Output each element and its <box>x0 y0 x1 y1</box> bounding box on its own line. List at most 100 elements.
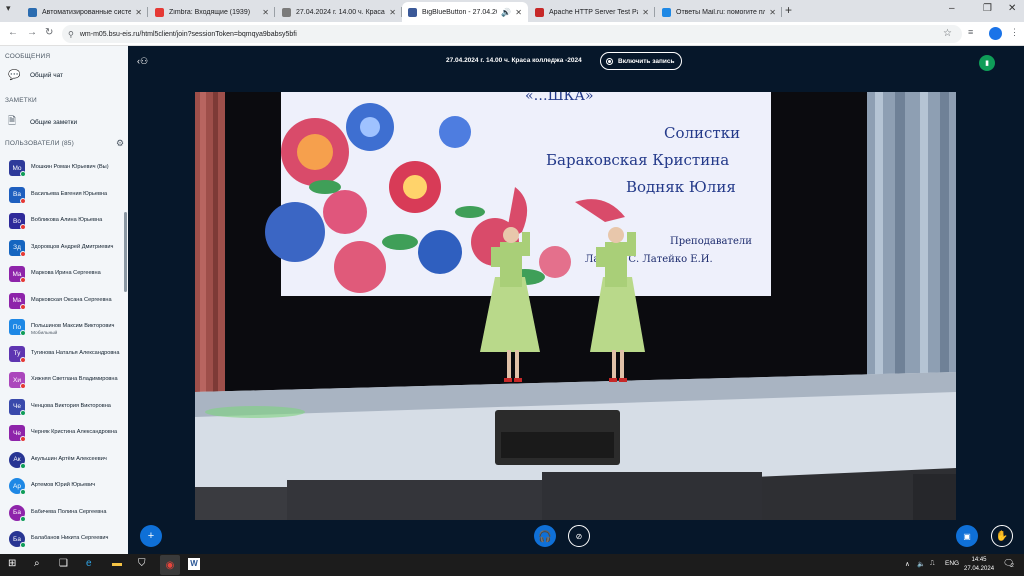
tab-audio-icon[interactable]: 🔊 <box>501 8 511 17</box>
new-tab-button[interactable]: + <box>785 3 792 17</box>
presentation-icon: ▣ <box>963 531 971 541</box>
user-name: Хижняя Светлана Владимировна <box>31 376 118 382</box>
share-webcam-button[interactable]: ⊘ <box>568 525 590 547</box>
clock-date: 27.04.2024 <box>964 566 995 572</box>
tab-close-icon[interactable]: ✕ <box>769 8 776 17</box>
record-icon <box>606 57 613 65</box>
chrome-icon[interactable]: ◉ <box>160 555 180 575</box>
windows-taskbar: ⊞ ⌕ ❑ e ▬ ⛉ ◉ W ∧ 🔈 ⎍ ENG 14:45 27.04.20… <box>0 554 1024 576</box>
user-list-panel: СООБЩЕНИЯ 💬 Общий чат ЗАМЕТКИ 🗎 Общие за… <box>0 46 128 554</box>
user-list-item[interactable]: Во Вобликова Алина Юрьевна <box>0 211 124 237</box>
windows-start-icon[interactable]: ⊞ <box>8 558 16 569</box>
reading-list-icon[interactable]: ≡ <box>968 27 973 37</box>
user-audio-status-icon <box>20 542 26 548</box>
maximize-icon[interactable]: ❐ <box>983 3 992 14</box>
toggle-user-list-icon[interactable]: ‹⚇ <box>137 56 148 67</box>
task-view-icon[interactable]: ❑ <box>59 558 68 569</box>
tab-close-icon[interactable]: ✕ <box>642 8 649 17</box>
user-list-item[interactable]: Ва Васильева Евгения Юрьевна <box>0 185 124 211</box>
forward-icon[interactable]: → <box>27 27 37 38</box>
search-icon[interactable]: ⌕ <box>34 558 40 569</box>
tray-overflow-icon[interactable]: ∧ <box>905 560 910 568</box>
tab-favicon-icon <box>28 7 37 17</box>
store-icon[interactable]: ⛉ <box>138 558 146 569</box>
site-info-icon[interactable]: ⚲ <box>68 30 74 39</box>
user-list-item[interactable]: Ба Бабичева Полина Сергеевна <box>0 503 124 529</box>
user-list-item[interactable]: Хи Хижняя Светлана Владимировна <box>0 370 124 396</box>
user-list-item[interactable]: Ту Тугинова Наталья Александровна <box>0 344 124 370</box>
tab-favicon-icon <box>535 7 544 17</box>
tab-close-icon[interactable]: ✕ <box>515 8 522 17</box>
user-audio-status-icon <box>20 224 26 230</box>
record-label: Включить запись <box>618 57 675 65</box>
clock[interactable]: 14:45 27.04.2024 <box>964 556 994 574</box>
meeting-title: 27.04.2024 г. 14.00 ч. Краса колледжа -2… <box>446 57 582 64</box>
address-bar[interactable]: ⚲ wm-m05.bsu-eis.ru/html5client/join?ses… <box>62 25 962 43</box>
shared-notes-item[interactable]: 🗎 Общие заметки <box>8 114 77 131</box>
browser-tab[interactable]: Ответы Mail.ru: помогите пла ✕ <box>656 2 782 22</box>
shared-notes-label: Общие заметки <box>30 119 78 126</box>
user-audio-status-icon <box>20 277 26 283</box>
user-audio-status-icon <box>20 171 26 177</box>
browser-tab[interactable]: Apache HTTP Server Test Page ✕ <box>529 2 655 22</box>
presentation-toggle-button[interactable]: ▣ <box>956 525 978 547</box>
banner-line-4: Преподаватели <box>670 236 752 247</box>
clock-time: 14:45 <box>971 557 987 563</box>
action-bar: + 🎧 ⊘ ▣ ✋ <box>128 520 1024 554</box>
tab-favicon-icon <box>662 7 671 17</box>
close-window-icon[interactable]: ✕ <box>1008 3 1016 14</box>
user-name: Акульшин Артём Алексеевич <box>31 455 107 462</box>
tab-favicon-icon <box>282 7 291 17</box>
browser-tab[interactable]: 27.04.2024 г. 14.00 ч. Краса ко ✕ <box>276 2 402 22</box>
reload-icon[interactable]: ↻ <box>45 27 53 38</box>
network-icon[interactable]: ⎍ <box>930 560 935 568</box>
user-list-item[interactable]: Зд Здоровцов Андрей Дмитриевич <box>0 238 124 264</box>
user-list-item[interactable]: Че Черняк Кристина Александровна <box>0 423 124 449</box>
tab-close-icon[interactable]: ✕ <box>262 8 269 17</box>
tab-title: Ответы Mail.ru: помогите пла <box>676 8 766 16</box>
audio-button[interactable]: 🎧 <box>534 525 556 547</box>
browser-tab[interactable]: Автоматизированные систем ✕ <box>22 2 148 22</box>
record-button[interactable]: Включить запись <box>600 52 682 70</box>
user-audio-status-icon <box>20 330 26 336</box>
tab-close-icon[interactable]: ✕ <box>135 8 142 17</box>
user-audio-status-icon <box>20 303 26 310</box>
user-list-item[interactable]: Че Ченцова Виктория Викторовна <box>0 397 124 423</box>
user-audio-status-icon <box>20 250 26 257</box>
word-icon[interactable]: W <box>188 558 200 570</box>
user-name: Вобликова Алина Юрьевна <box>31 217 103 223</box>
public-chat-item[interactable]: 💬 Общий чат <box>8 70 63 81</box>
minimize-icon[interactable]: – <box>949 3 955 14</box>
bookmark-star-icon[interactable]: ☆ <box>943 28 952 39</box>
volume-icon[interactable]: 🔈 <box>917 560 925 568</box>
browser-tab[interactable]: Zimbra: Входящие (1939) ✕ <box>149 2 275 22</box>
actions-plus-button[interactable]: + <box>140 525 162 547</box>
edge-icon[interactable]: e <box>86 558 92 569</box>
user-list-item[interactable]: По Польшинов Максим Викторович Мобильный <box>0 317 124 343</box>
user-name: Здоровцов Андрей Дмитриевич <box>31 243 114 250</box>
user-options-gear-icon[interactable]: ⚙ <box>116 138 124 149</box>
user-list-item[interactable]: Ак Акульшин Артём Алексеевич <box>0 450 124 476</box>
back-icon[interactable]: ← <box>8 27 18 38</box>
user-list-item[interactable]: Ма Марковская Оксана Сергеевна <box>0 291 124 317</box>
users-header: ПОЛЬЗОВАТЕЛИ (85) <box>5 140 74 147</box>
language-indicator[interactable]: ENG <box>945 560 959 567</box>
file-explorer-icon[interactable]: ▬ <box>112 558 122 569</box>
notes-icon: 🗎 <box>8 116 17 127</box>
video-stream: «…ШКА» Солистки Бараковская Кристина Вод… <box>195 92 956 520</box>
user-list-item[interactable]: Ма Маркова Ирина Сергеевна <box>0 264 124 290</box>
user-list-item[interactable]: Ба Балабанов Никита Сергеевич <box>0 529 124 554</box>
browser-tab[interactable]: BigBlueButton - 27.04.2024 🔊 ✕ <box>402 2 528 22</box>
user-list-item[interactable]: Ар Артемов Юрий Юрьевич <box>0 476 124 502</box>
tab-close-icon[interactable]: ✕ <box>389 8 396 17</box>
profile-avatar[interactable] <box>989 27 1002 40</box>
user-name: Марковская Оксана Сергеевна <box>31 296 112 303</box>
banner-line-3: Водняк Юлия <box>626 178 736 196</box>
raise-hand-button[interactable]: ✋ <box>991 525 1013 547</box>
menu-icon[interactable]: ⋮ <box>1010 27 1019 38</box>
user-list-item[interactable]: Мо Мошкин Роман Юрьевич (Вы) <box>0 158 124 184</box>
connection-status-icon[interactable]: ▮ <box>979 55 995 71</box>
user-list-scrollbar[interactable] <box>124 212 127 292</box>
user-name: Маркова Ирина Сергеевна <box>31 270 101 276</box>
tab-search-icon[interactable]: ▾ <box>6 3 11 14</box>
